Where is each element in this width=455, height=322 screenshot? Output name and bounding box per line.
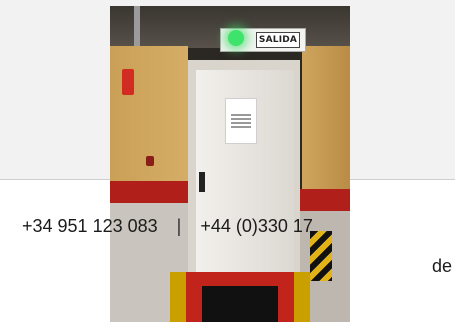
page: SALIDA +34 951 123 083 | +44 (0)330 17 d… [0, 0, 455, 322]
red-stripe-left [110, 181, 192, 203]
notice-line [231, 118, 251, 120]
phone-separator: | [176, 216, 182, 236]
notice-line [231, 114, 251, 116]
phone-spain[interactable]: +34 951 123 083 [22, 216, 158, 236]
door-notice [225, 98, 257, 144]
wall-switch [146, 156, 154, 166]
wall-left [110, 46, 188, 191]
hazard-stripes [310, 231, 332, 281]
wall-right [302, 46, 350, 196]
notice-line [231, 122, 251, 124]
contact-phones: +34 951 123 083 | +44 (0)330 17 [22, 215, 313, 237]
fire-alarm-box [122, 69, 134, 95]
exit-sign-label: SALIDA [256, 32, 300, 48]
phone-uk[interactable]: +44 (0)330 17 [200, 216, 313, 236]
door-handle [199, 172, 205, 192]
emergency-exit-photo: SALIDA [110, 6, 350, 322]
notice-line [231, 126, 251, 128]
exit-light-icon [228, 30, 244, 46]
floor-mat [202, 286, 278, 322]
continuation-text: de [432, 256, 453, 276]
